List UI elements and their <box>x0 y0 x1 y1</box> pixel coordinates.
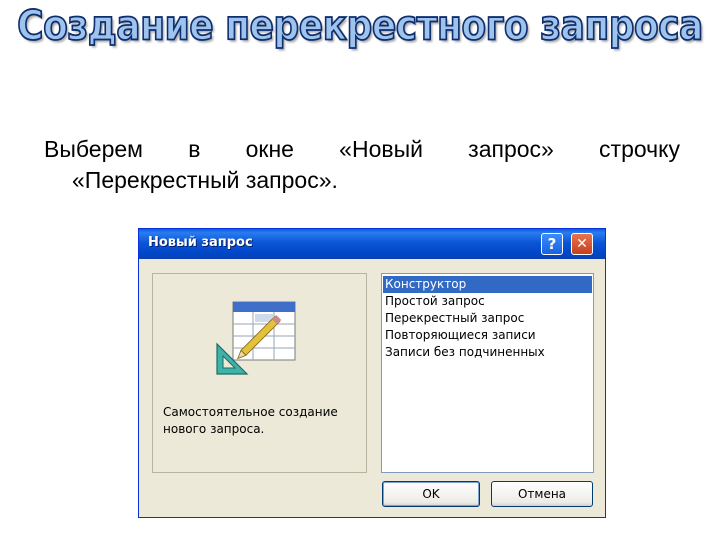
list-item-crosstab-query[interactable]: Перекрестный запрос <box>383 310 592 327</box>
instruction-line-2: «Перекрестный запрос». <box>72 167 338 193</box>
instruction-word: в <box>188 136 201 162</box>
ok-button[interactable]: OK <box>382 481 480 507</box>
help-button[interactable]: ? <box>541 233 563 255</box>
query-description: Самостоятельное создание нового запроса. <box>163 405 338 436</box>
list-item-duplicates-query[interactable]: Повторяющиеся записи <box>383 327 592 344</box>
instruction-word: строчку <box>599 136 680 162</box>
list-item-constructor[interactable]: Конструктор <box>383 276 592 293</box>
instruction-word: окне <box>245 136 294 162</box>
preview-panel: Самостоятельное создание нового запроса. <box>152 273 367 473</box>
dialog-titlebar[interactable]: Новый запрос ? ✕ <box>139 229 605 259</box>
dialog-title: Новый запрос <box>148 235 253 250</box>
query-type-list[interactable]: Конструктор Простой запрос Перекрестный … <box>381 273 594 473</box>
instruction-text: Выберем в окне «Новый запрос» строчку «П… <box>44 134 680 196</box>
query-design-icon <box>216 301 296 375</box>
slide-title: Создание перекрестного запроса <box>16 2 704 51</box>
instruction-line-1: Выберем в окне «Новый запрос» строчку <box>44 134 680 165</box>
cancel-button[interactable]: Отмена <box>491 481 593 507</box>
instruction-word: Выберем <box>44 136 143 162</box>
list-item-unmatched-query[interactable]: Записи без подчиненных <box>383 344 592 361</box>
new-query-dialog: Новый запрос ? ✕ Самостоятельное создани… <box>138 228 606 518</box>
instruction-word: запрос» <box>468 136 554 162</box>
close-button[interactable]: ✕ <box>571 233 593 255</box>
list-item-simple-query[interactable]: Простой запрос <box>383 293 592 310</box>
instruction-word: «Новый <box>339 136 423 162</box>
